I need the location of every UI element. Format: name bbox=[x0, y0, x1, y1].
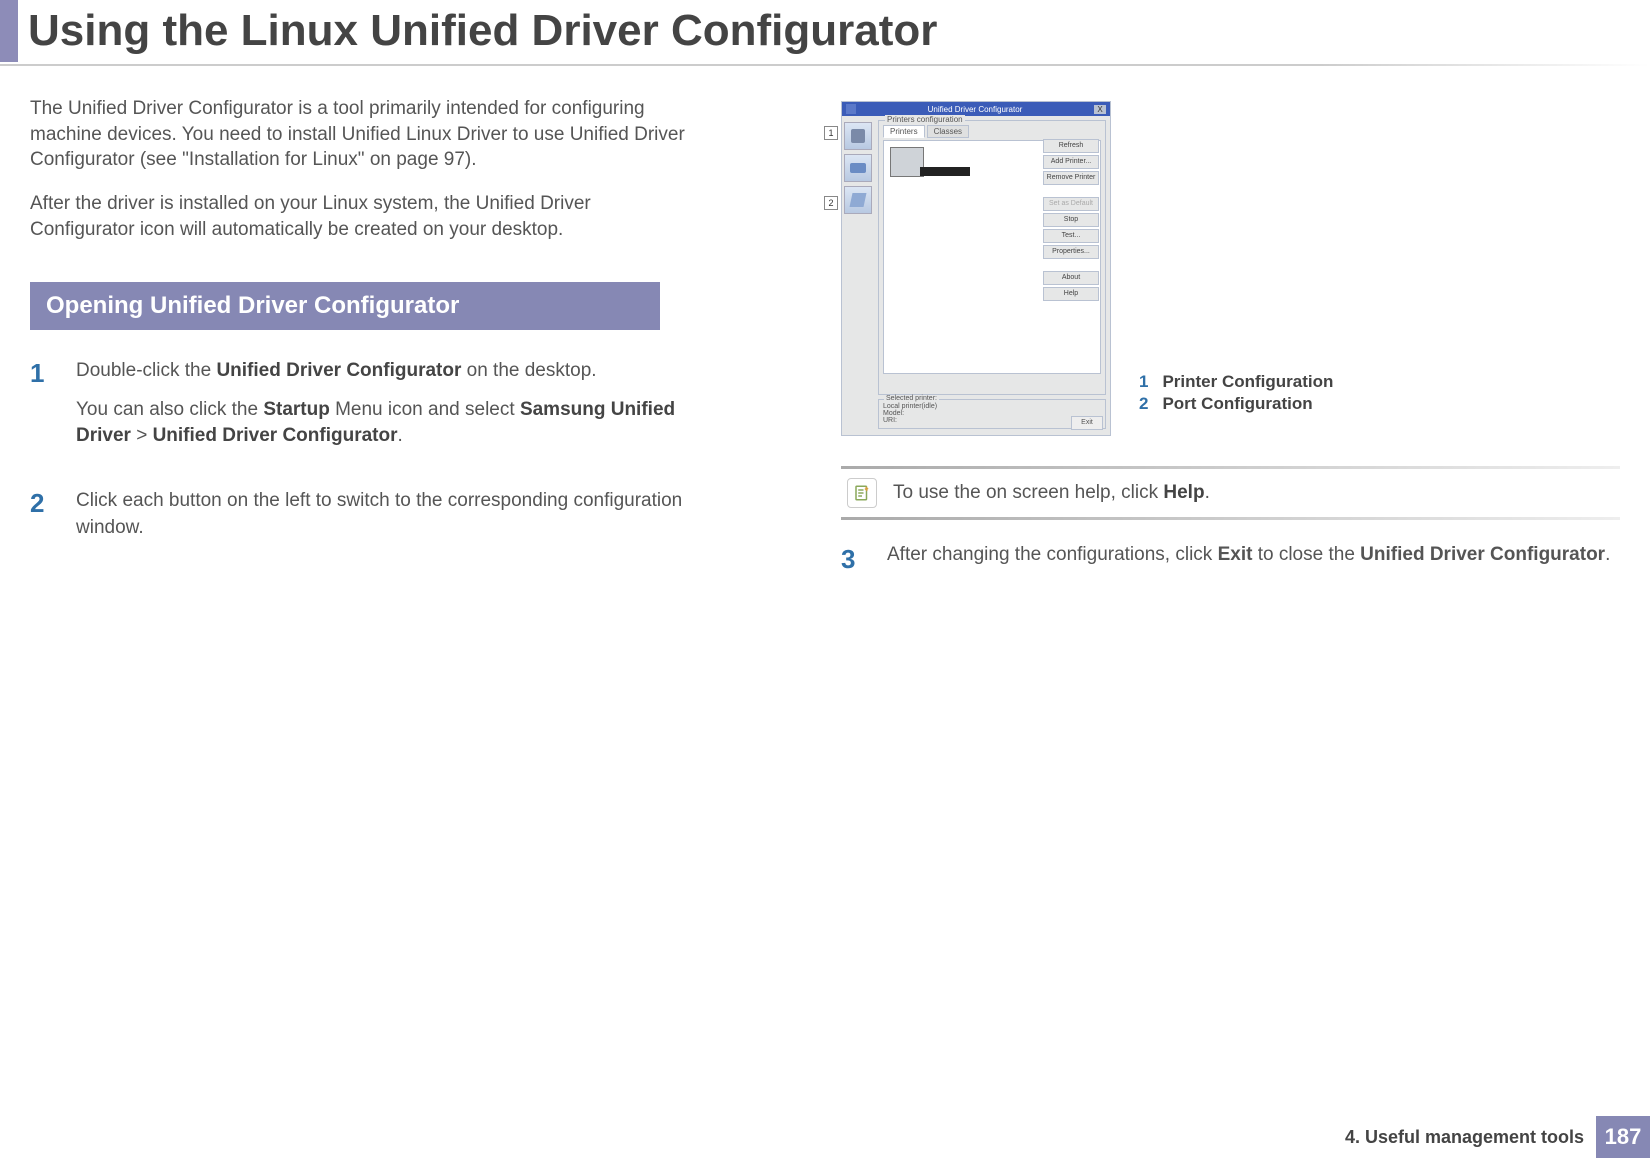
legend-label: Printer Configuration bbox=[1162, 372, 1333, 391]
tabs: Printers Classes bbox=[883, 125, 1101, 138]
bold: Unified Driver Configurator bbox=[153, 425, 398, 446]
step-3: 3 After changing the configurations, cli… bbox=[841, 544, 1620, 575]
callout-1: 1 bbox=[824, 126, 838, 140]
bold: Help bbox=[1163, 482, 1204, 503]
text: on the desktop. bbox=[461, 360, 596, 381]
page-title: Using the Linux Unified Driver Configura… bbox=[28, 6, 937, 56]
text: to close the bbox=[1252, 544, 1360, 565]
text: > bbox=[131, 425, 153, 446]
refresh-button: Refresh bbox=[1043, 139, 1099, 153]
step-1-line-b: You can also click the Startup Menu icon… bbox=[76, 397, 690, 450]
text: To use the on screen help, click bbox=[893, 482, 1163, 503]
printers-configuration-group: Printers configuration Printers Classes … bbox=[878, 120, 1106, 395]
note-icon bbox=[847, 478, 877, 508]
selected-line-1: Local printer(idle) bbox=[883, 403, 1101, 410]
remove-printer-button: Remove Printer bbox=[1043, 171, 1099, 185]
legend-num: 2 bbox=[1139, 394, 1153, 414]
left-column: The Unified Driver Configurator is a too… bbox=[30, 96, 809, 579]
port-config-icon bbox=[844, 186, 872, 214]
bold: Unified Driver Configurator bbox=[1360, 544, 1605, 565]
intro-paragraph-1: The Unified Driver Configurator is a too… bbox=[30, 96, 690, 173]
intro-paragraph-2: After the driver is installed on your Li… bbox=[30, 191, 690, 242]
step-2-text: Click each button on the left to switch … bbox=[76, 488, 690, 541]
legend-item-1: 1 Printer Configuration bbox=[1139, 372, 1333, 392]
note-divider-bottom bbox=[841, 517, 1620, 520]
window-title: Unified Driver Configurator bbox=[856, 105, 1094, 114]
step-body: Double-click the Unified Driver Configur… bbox=[76, 358, 690, 462]
properties-button: Properties... bbox=[1043, 245, 1099, 259]
button-column: Refresh Add Printer... Remove Printer Se… bbox=[1043, 139, 1099, 301]
note-divider-top bbox=[841, 466, 1620, 469]
bold: Startup bbox=[263, 399, 330, 420]
window-body: 1 2 Printers configuration Printers Clas… bbox=[842, 116, 1110, 435]
header-accent bbox=[0, 0, 18, 62]
close-icon: X bbox=[1094, 105, 1106, 114]
selected-group-label: Selected printer: bbox=[884, 395, 939, 402]
text: Double-click the bbox=[76, 360, 216, 381]
printer-config-icon bbox=[844, 122, 872, 150]
figure-area: Unified Driver Configurator X 1 2 Printe… bbox=[841, 101, 1620, 436]
page-header: Using the Linux Unified Driver Configura… bbox=[0, 0, 1650, 62]
selected-line-3: URI: bbox=[883, 417, 1101, 424]
note-text: To use the on screen help, click Help. bbox=[893, 482, 1210, 504]
section-heading: Opening Unified Driver Configurator bbox=[30, 282, 660, 330]
window-main: Printers configuration Printers Classes … bbox=[874, 116, 1110, 435]
tab-classes: Classes bbox=[927, 125, 969, 138]
text: . bbox=[397, 425, 402, 446]
left-iconbar: 1 2 bbox=[842, 116, 874, 435]
right-column: Unified Driver Configurator X 1 2 Printe… bbox=[841, 96, 1620, 579]
note-box: To use the on screen help, click Help. bbox=[841, 466, 1620, 520]
step-number: 1 bbox=[30, 358, 56, 462]
bold: Exit bbox=[1218, 544, 1253, 565]
page-number: 187 bbox=[1596, 1116, 1650, 1158]
callout-2: 2 bbox=[824, 196, 838, 210]
step-1: 1 Double-click the Unified Driver Config… bbox=[30, 358, 690, 462]
step-3-text: After changing the configurations, click… bbox=[887, 544, 1610, 575]
group-label: Printers configuration bbox=[885, 115, 965, 124]
scanner-config-icon bbox=[844, 154, 872, 182]
step-number: 3 bbox=[841, 544, 867, 575]
printer-name-bar bbox=[920, 167, 970, 176]
text: . bbox=[1605, 544, 1610, 565]
figure-legend: 1 Printer Configuration 2 Port Configura… bbox=[1139, 372, 1333, 436]
about-button: About bbox=[1043, 271, 1099, 285]
page-footer: 4. Useful management tools 187 bbox=[0, 1116, 1650, 1158]
step-body: Click each button on the left to switch … bbox=[76, 488, 690, 553]
exit-button: Exit bbox=[1071, 416, 1103, 430]
test-button: Test... bbox=[1043, 229, 1099, 243]
add-printer-button: Add Printer... bbox=[1043, 155, 1099, 169]
stop-button: Stop bbox=[1043, 213, 1099, 227]
header-underline bbox=[0, 64, 1650, 66]
text: . bbox=[1205, 482, 1210, 503]
printer-icon bbox=[890, 147, 924, 177]
set-default-button: Set as Default bbox=[1043, 197, 1099, 211]
help-button: Help bbox=[1043, 287, 1099, 301]
step-2: 2 Click each button on the left to switc… bbox=[30, 488, 690, 553]
bold: Unified Driver Configurator bbox=[216, 360, 461, 381]
window-menu-icon bbox=[846, 104, 856, 114]
text: Menu icon and select bbox=[330, 399, 520, 420]
note-row: To use the on screen help, click Help. bbox=[841, 470, 1620, 516]
text: You can also click the bbox=[76, 399, 263, 420]
step-1-line-a: Double-click the Unified Driver Configur… bbox=[76, 358, 690, 385]
legend-item-2: 2 Port Configuration bbox=[1139, 394, 1333, 414]
legend-label: Port Configuration bbox=[1162, 394, 1312, 413]
chapter-label: 4. Useful management tools bbox=[1345, 1127, 1596, 1148]
legend-num: 1 bbox=[1139, 372, 1153, 392]
selected-line-2: Model: bbox=[883, 410, 1101, 417]
configurator-window: Unified Driver Configurator X 1 2 Printe… bbox=[841, 101, 1111, 436]
window-titlebar: Unified Driver Configurator X bbox=[842, 102, 1110, 116]
text: After changing the configurations, click bbox=[887, 544, 1218, 565]
tab-printers: Printers bbox=[883, 125, 925, 138]
two-column-layout: The Unified Driver Configurator is a too… bbox=[0, 96, 1650, 579]
step-number: 2 bbox=[30, 488, 56, 553]
